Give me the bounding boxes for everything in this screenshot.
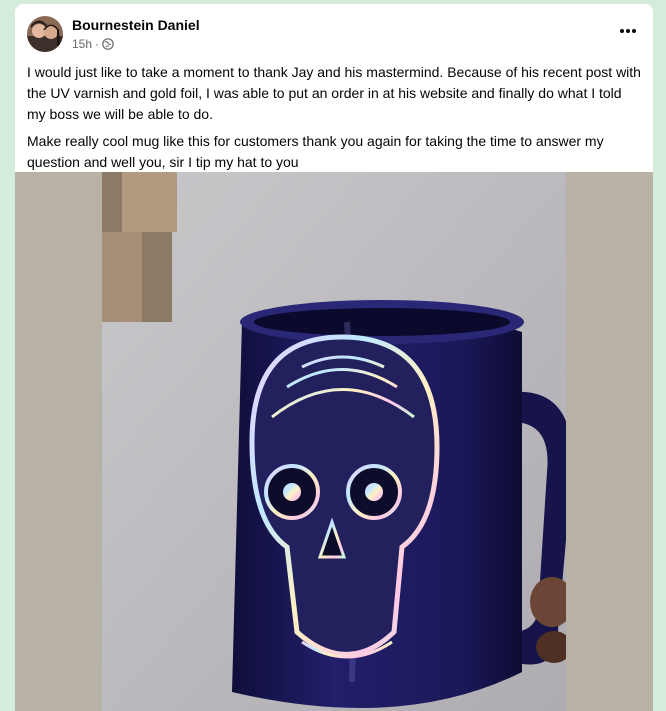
meta-separator: ·	[95, 37, 100, 51]
post-body: I would just like to take a moment to th…	[27, 62, 643, 179]
mug-photo[interactable]	[102, 172, 566, 711]
post-time[interactable]: 15h	[72, 36, 92, 52]
post-card: Bournestein Daniel 15h · I would just li…	[15, 4, 653, 711]
post-meta: 15h ·	[72, 36, 114, 52]
more-horizontal-icon[interactable]	[617, 20, 639, 42]
author-name[interactable]: Bournestein Daniel	[72, 16, 200, 34]
post-header: Bournestein Daniel 15h ·	[15, 4, 653, 64]
post-paragraph-1: I would just like to take a moment to th…	[27, 64, 641, 122]
post-media[interactable]	[15, 172, 653, 711]
globe-icon[interactable]	[102, 38, 114, 50]
author-avatar[interactable]	[27, 16, 63, 52]
post-paragraph-2: Make really cool mug like this for custo…	[27, 133, 604, 170]
